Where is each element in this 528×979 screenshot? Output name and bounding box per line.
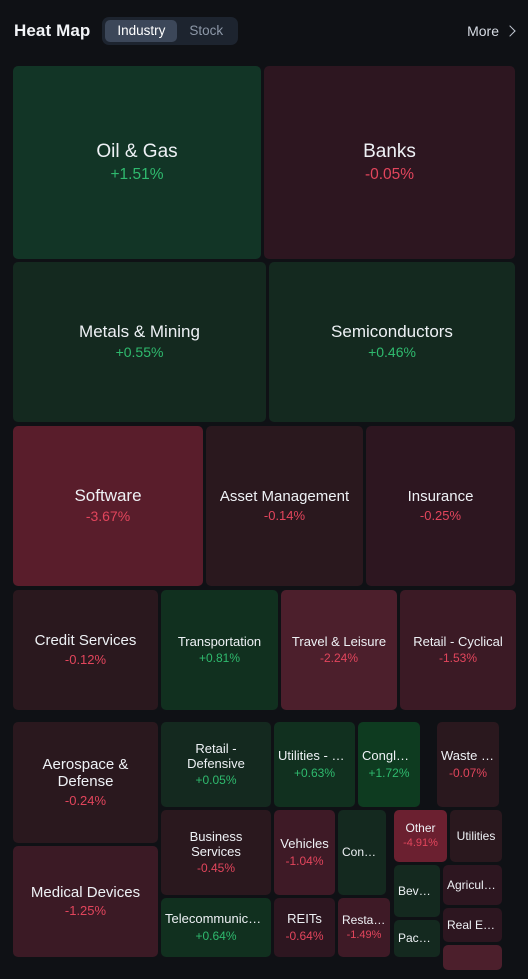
heatmap-tile[interactable]: REITs -0.64% <box>274 898 335 957</box>
heatmap-tile[interactable]: Medical Devices -1.25% <box>13 846 158 957</box>
heatmap-tile[interactable]: Beverages <box>394 865 440 917</box>
tile-label: Business Services <box>189 828 243 859</box>
heatmap-tile[interactable]: Utilities <box>450 810 502 862</box>
tile-change: -3.67% <box>85 508 131 525</box>
more-label: More <box>467 23 499 39</box>
heatmap-tile[interactable]: Retail - Cyclical -1.53% <box>400 590 516 710</box>
tile-change: -0.45% <box>196 861 236 876</box>
tile-change: -0.25% <box>419 507 462 523</box>
tile-change: +0.05% <box>195 773 237 788</box>
view-mode-toggle-group[interactable]: Industry Stock <box>102 17 239 45</box>
tile-label: Agriculture <box>447 877 498 892</box>
toggle-industry[interactable]: Industry <box>105 20 178 42</box>
heatmap-tile[interactable]: Construction <box>338 810 386 895</box>
heatmap-tile[interactable]: Packaging <box>394 920 440 957</box>
heatmap-tile[interactable]: Retail - Defensive +0.05% <box>161 722 271 807</box>
heatmap-tile[interactable]: Waste Management-0.07% <box>437 722 499 807</box>
tile-label: Semiconductors <box>331 322 453 342</box>
heatmap-tile[interactable]: Real Estate <box>443 908 502 942</box>
heatmap-tile[interactable]: Transportation +0.81% <box>161 590 278 710</box>
tile-label: Conglomerates <box>362 748 416 764</box>
tile-label: Asset Management <box>219 488 350 506</box>
heatmap-tile[interactable]: Credit Services -0.12% <box>13 590 158 710</box>
tile-change: -2.24% <box>319 651 359 666</box>
tile-label: Waste Management <box>441 748 495 764</box>
tile-label: Insurance <box>407 488 474 506</box>
tile-change: -0.12% <box>64 651 107 667</box>
tile-change: -0.07% <box>448 765 488 780</box>
tile-change: -1.53% <box>438 651 478 666</box>
tile-change: -0.05% <box>364 165 415 183</box>
industry-heatmap: Oil & Gas +1.51% Banks -0.05% Metals & Minin… <box>0 62 528 979</box>
tile-change: -0.64% <box>285 928 324 943</box>
tile-change: +0.63% <box>293 765 336 780</box>
tile-label: Software <box>74 486 142 506</box>
tile-change: +0.55% <box>115 344 164 361</box>
tile-change: -1.49% <box>346 928 382 941</box>
heatmap-header: Heat Map Industry Stock More <box>0 0 528 62</box>
heatmap-tile[interactable] <box>443 945 502 970</box>
heatmap-tile[interactable]: Business Services -0.45% <box>161 810 271 895</box>
tile-change: +0.81% <box>198 651 241 666</box>
tile-label: REITs <box>287 911 322 927</box>
tile-label: Construction <box>342 845 382 860</box>
tile-label: Utilities <box>456 828 496 843</box>
tile-label: Restaurants <box>342 912 386 927</box>
tile-change: -0.24% <box>64 792 107 808</box>
heatmap-tile[interactable]: Insurance -0.25% <box>366 426 515 586</box>
heatmap-tile[interactable]: Travel & Leisure -2.24% <box>281 590 397 710</box>
tile-label: Travel & Leisure <box>291 633 387 649</box>
tile-change: +1.51% <box>110 165 164 183</box>
heatmap-tile[interactable]: Oil & Gas +1.51% <box>13 66 261 259</box>
heatmap-tile[interactable]: Conglomerates+1.72% <box>358 722 420 807</box>
tile-change: -0.14% <box>263 507 306 523</box>
heatmap-tile[interactable]: Aerospace & Defense -0.24% <box>13 722 158 843</box>
heatmap-tile[interactable]: Vehicles -1.04% <box>274 810 335 895</box>
tile-change: -4.91% <box>403 837 438 850</box>
tile-label: Transportation <box>177 633 262 649</box>
tile-label: Other <box>405 821 436 836</box>
tile-label: Real Estate <box>447 917 498 932</box>
heatmap-tile[interactable]: Restaurants-1.49% <box>338 898 390 957</box>
heatmap-tile[interactable]: Telecommunications+0.64% <box>161 898 271 957</box>
tile-label: Utilities - Regulated <box>278 748 351 764</box>
tile-label: Vehicles <box>280 836 329 852</box>
heatmap-tile[interactable]: Metals & Mining +0.55% <box>13 262 266 422</box>
tile-change: -1.25% <box>64 903 107 919</box>
tile-label: Medical Devices <box>30 883 141 901</box>
tile-change: +0.64% <box>195 928 237 943</box>
tile-label: Banks <box>363 140 416 162</box>
tile-label: Telecommunications <box>165 911 267 927</box>
tile-change: +1.72% <box>368 765 410 780</box>
heatmap-tile[interactable]: Asset Management -0.14% <box>206 426 363 586</box>
tile-change: +0.46% <box>368 344 416 361</box>
heatmap-tile[interactable]: Banks -0.05% <box>264 66 515 259</box>
heatmap-tile[interactable]: Software -3.67% <box>13 426 203 586</box>
tile-label: Retail - Cyclical <box>413 633 503 649</box>
heatmap-tile[interactable]: Utilities - Regulated+0.63% <box>274 722 355 807</box>
tile-label: Aerospace & Defense <box>42 755 129 791</box>
tile-label: Metals & Mining <box>79 322 200 342</box>
page-title: Heat Map <box>14 21 91 40</box>
heatmap-tile[interactable]: Other -4.91% <box>394 810 447 862</box>
tile-label: Packaging <box>398 931 436 946</box>
chevron-right-icon <box>504 24 516 37</box>
heatmap-tile[interactable]: Semiconductors +0.46% <box>269 262 515 422</box>
more-link[interactable]: More <box>467 23 516 39</box>
toggle-stock[interactable]: Stock <box>177 20 235 42</box>
tile-label: Beverages <box>398 883 436 898</box>
tile-label: Retail - Defensive <box>187 740 245 771</box>
heatmap-tile[interactable]: Agriculture <box>443 865 502 905</box>
tile-label: Credit Services <box>34 632 137 650</box>
tile-change: -1.04% <box>285 853 324 868</box>
tile-label: Oil & Gas <box>96 140 178 162</box>
